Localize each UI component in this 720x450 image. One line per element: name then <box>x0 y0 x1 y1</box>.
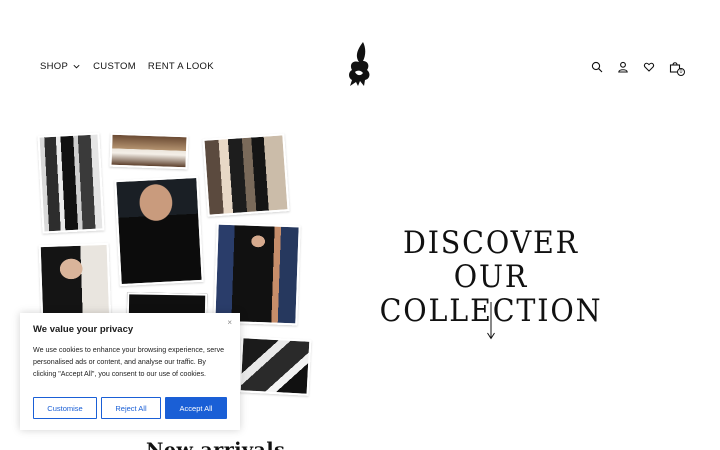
account-button[interactable] <box>616 60 630 74</box>
cookie-title: We value your privacy <box>33 324 134 335</box>
nav-item-shop[interactable]: SHOP <box>40 61 81 72</box>
nav-item-rent-label: RENT A LOOK <box>147 61 214 72</box>
cart-count-badge: 0 <box>677 68 685 76</box>
new-arrivals-title: New arrivals <box>146 439 286 450</box>
main-nav: SHOP CUSTOM RENT A LOOK <box>40 61 214 72</box>
close-icon[interactable]: × <box>227 318 232 327</box>
hero-title-line1: DISCOVER <box>402 225 579 261</box>
wishlist-button[interactable] <box>642 60 656 74</box>
wishlist-icon <box>643 62 655 72</box>
collage-photo-model-black-gown[interactable] <box>114 175 204 287</box>
account-icon <box>618 61 628 73</box>
nav-item-shop-label: SHOP <box>40 61 69 72</box>
cookie-text: We use cookies to enhance your browsing … <box>33 346 225 378</box>
nav-item-rent-a-look[interactable]: RENT A LOOK <box>148 61 214 72</box>
brand-logo[interactable] <box>343 40 375 88</box>
nav-item-custom[interactable]: CUSTOM <box>93 61 136 72</box>
search-icon <box>591 61 603 73</box>
reject-all-button[interactable]: Reject All <box>101 397 161 419</box>
site-header: SHOP CUSTOM RENT A LOOK 0 <box>0 0 720 130</box>
nav-item-custom-label: CUSTOM <box>93 61 136 72</box>
search-button[interactable] <box>590 60 604 74</box>
collage-photo-fabric[interactable] <box>238 336 312 396</box>
collage-photo-clothing-rack[interactable] <box>37 132 105 234</box>
collage-photo-interior[interactable] <box>109 132 189 170</box>
accept-all-button[interactable]: Accept All <box>165 397 227 419</box>
cookie-buttons: Customise Reject All Accept All <box>33 397 227 419</box>
collage-photo-runway[interactable] <box>213 222 301 326</box>
collage-photo-boutique[interactable] <box>202 133 290 217</box>
header-actions: 0 <box>590 60 685 76</box>
cookie-consent-banner: × We value your privacy We use cookies t… <box>20 313 240 430</box>
chevron-down-icon <box>72 62 81 71</box>
arrow-down-icon[interactable] <box>485 302 497 340</box>
customise-button[interactable]: Customise <box>33 397 97 419</box>
cart-button[interactable]: 0 <box>668 60 685 76</box>
